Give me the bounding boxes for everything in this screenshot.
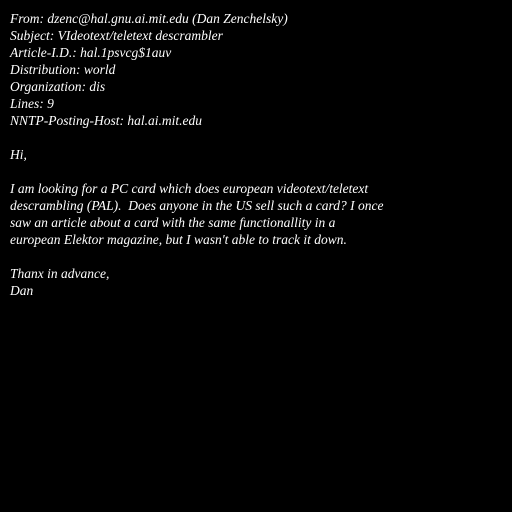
body-line: I am looking for a PC card which does eu… bbox=[10, 181, 369, 196]
header-from: From: dzenc@hal.gnu.ai.mit.edu (Dan Zenc… bbox=[10, 11, 288, 26]
message-headers: From: dzenc@hal.gnu.ai.mit.edu (Dan Zenc… bbox=[10, 10, 505, 129]
body-line: european Elektor magazine, but I wasn't … bbox=[10, 232, 347, 247]
body-line: descrambling (PAL). Does anyone in the U… bbox=[10, 198, 384, 213]
closing: Thanx in advance, bbox=[10, 266, 110, 281]
header-lines: Lines: 9 bbox=[10, 96, 54, 111]
signature: Dan bbox=[10, 283, 34, 298]
header-nntp-posting-host: NNTP-Posting-Host: hal.ai.mit.edu bbox=[10, 113, 202, 128]
header-organization: Organization: dis bbox=[10, 79, 106, 94]
header-distribution: Distribution: world bbox=[10, 62, 116, 77]
header-subject: Subject: VIdeotext/teletext descrambler bbox=[10, 28, 223, 43]
newsgroup-message: From: dzenc@hal.gnu.ai.mit.edu (Dan Zenc… bbox=[10, 10, 505, 299]
message-body: Hi, I am looking for a PC card which doe… bbox=[10, 146, 505, 299]
greeting: Hi, bbox=[10, 147, 27, 162]
body-line: saw an article about a card with the sam… bbox=[10, 215, 336, 230]
header-article-id: Article-I.D.: hal.1psvcg$1auv bbox=[10, 45, 172, 60]
